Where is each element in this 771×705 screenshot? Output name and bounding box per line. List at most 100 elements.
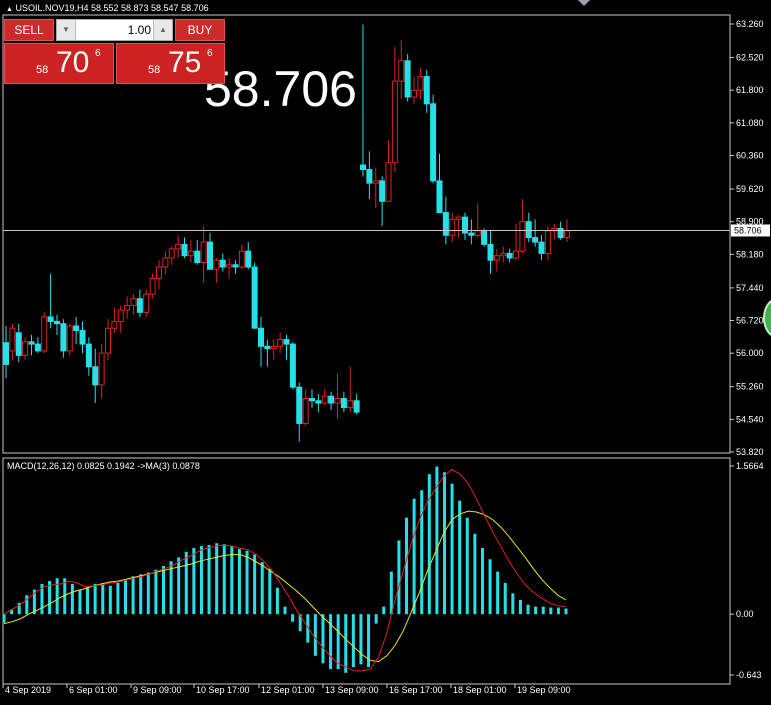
- time-tick-label: 10 Sep 17:00: [196, 685, 250, 695]
- macd-histogram-bar: [222, 544, 226, 615]
- candle-body: [283, 339, 290, 345]
- price-tick-label: 62.520: [736, 53, 764, 63]
- macd-histogram-bar: [420, 490, 424, 615]
- candle-body: [519, 221, 526, 252]
- macd-histogram-bar: [389, 571, 393, 615]
- macd-histogram-bar: [2, 614, 6, 623]
- candle-body: [557, 227, 564, 239]
- time-tick-label: 12 Sep 01:00: [261, 685, 315, 695]
- price-tick-label: 57.440: [736, 283, 764, 293]
- candle-body: [411, 89, 417, 98]
- sell-price-button[interactable]: 58 70 6: [4, 43, 114, 84]
- candle-body: [449, 218, 456, 236]
- one-click-trading-panel: SELL ▼ ▲ BUY 58 70 6 58 75 6: [4, 19, 225, 84]
- candle-body: [3, 342, 9, 365]
- candle-body: [213, 259, 220, 270]
- macd-histogram-bar: [108, 585, 112, 615]
- sell-price-prefix: 58: [36, 64, 49, 76]
- candle-body: [277, 339, 284, 347]
- macd-histogram-bar: [101, 582, 105, 615]
- triangle-up-icon: ▲: [6, 6, 13, 13]
- candle-body: [564, 230, 570, 239]
- time-tick-label: 9 Sep 09:00: [133, 685, 182, 695]
- macd-histogram-bar: [268, 568, 272, 615]
- candle-body: [493, 255, 500, 261]
- time-tick-label: 19 Sep 09:00: [517, 685, 571, 695]
- candle-body: [423, 76, 430, 105]
- macd-histogram-bar: [86, 586, 90, 615]
- candle-body: [500, 252, 507, 257]
- time-tick-label: 6 Sep 01:00: [69, 685, 118, 695]
- macd-histogram-bar: [374, 614, 378, 624]
- macd-histogram-bar: [336, 614, 340, 670]
- macd-histogram-bar: [473, 533, 477, 615]
- macd-histogram-bar: [496, 571, 500, 615]
- lot-input[interactable]: [76, 21, 151, 39]
- lot-decrease-icon[interactable]: ▼: [57, 20, 76, 40]
- macd-histogram-bar: [564, 608, 568, 615]
- candle-body: [251, 266, 258, 329]
- candle-body: [417, 76, 424, 91]
- macd-histogram-bar: [321, 614, 325, 664]
- candle-body: [73, 325, 80, 331]
- macd-histogram-bar: [541, 606, 545, 615]
- macd-histogram-bar: [442, 472, 446, 615]
- macd-histogram-bar: [78, 589, 82, 615]
- symbol-info: USOIL.NOV19,H4 58.552 58.873 58.547 58.7…: [15, 3, 209, 13]
- macd-histogram-bar: [55, 578, 59, 615]
- candle-body: [309, 398, 315, 402]
- candle-body: [372, 180, 379, 184]
- macd-histogram-bar: [329, 614, 333, 670]
- chart-shift-marker-icon[interactable]: [578, 0, 590, 6]
- candle-body: [60, 323, 67, 352]
- candle-body: [41, 316, 48, 352]
- candle-body: [168, 248, 175, 259]
- price-tick-label: 60.360: [736, 150, 764, 160]
- candle-body: [238, 250, 245, 268]
- macd-tick-label: 0.00: [736, 609, 754, 619]
- macd-histogram-bar: [245, 550, 249, 615]
- buy-button[interactable]: BUY: [175, 19, 225, 41]
- macd-histogram-bar: [526, 604, 530, 615]
- candle-body: [468, 232, 475, 236]
- sell-button[interactable]: SELL: [4, 19, 54, 41]
- price-tick-label: 54.540: [736, 414, 764, 424]
- macd-histogram-bar: [283, 606, 287, 615]
- macd-histogram-bar: [215, 543, 219, 615]
- macd-histogram-bar: [70, 583, 74, 615]
- buy-price-button[interactable]: 58 75 6: [116, 43, 225, 84]
- lot-increase-icon[interactable]: ▲: [153, 20, 172, 40]
- macd-histogram-bar: [549, 607, 553, 615]
- macd-histogram-bar: [556, 607, 560, 615]
- macd-histogram-bar: [192, 547, 196, 615]
- candle-body: [143, 293, 150, 313]
- price-tick-label: 56.000: [736, 348, 764, 358]
- price-tick-label: 53.820: [736, 447, 764, 457]
- macd-histogram-bar: [207, 545, 211, 615]
- candle-body: [219, 259, 226, 268]
- candle-body: [404, 60, 411, 98]
- candle-body: [328, 395, 335, 404]
- macd-histogram-bar: [344, 614, 348, 673]
- candle-body: [385, 162, 392, 202]
- candle-body: [353, 400, 360, 413]
- candle-body: [474, 230, 481, 236]
- macd-histogram-bar: [93, 583, 97, 615]
- candle-body: [289, 343, 296, 388]
- candle-body: [264, 345, 271, 350]
- candle-body: [22, 341, 29, 356]
- macd-histogram-bar: [351, 614, 355, 668]
- candle-body: [9, 327, 16, 352]
- sell-price-main: 70: [56, 46, 90, 79]
- candle-body: [506, 252, 513, 259]
- current-price-tag: 58.706: [734, 225, 762, 235]
- chart-area[interactable]: 63.26062.52061.80061.08060.36059.62058.9…: [0, 0, 771, 705]
- candle-body: [379, 180, 386, 202]
- candle-body: [442, 212, 449, 236]
- candle-body: [487, 243, 494, 261]
- candle-body: [149, 277, 156, 295]
- macd-histogram-bar: [131, 576, 135, 615]
- macd-histogram-bar: [161, 565, 165, 615]
- macd-histogram-bar: [146, 572, 150, 615]
- candle-body: [481, 230, 488, 245]
